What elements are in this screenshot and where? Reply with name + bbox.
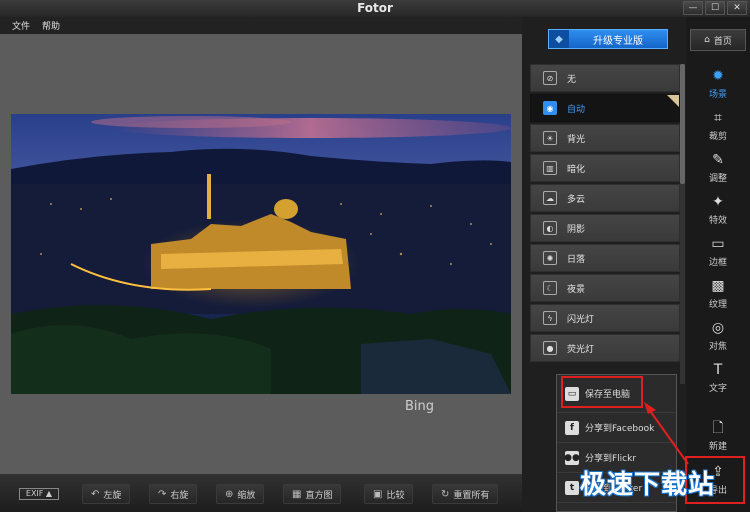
histogram-button[interactable]: ▦ 直方图 [283,484,342,504]
nav-item-text[interactable]: T 文字 [686,361,750,401]
scene-item-darken[interactable]: ▥ 暗化 [530,154,680,182]
menu-help[interactable]: 帮助 [42,19,60,32]
scene-list: ⊘ 无 ◉ 自动 ☀ 背光 ▥ 暗化 ☁ 多云 ◐ 阴影 ✺ 日落 ☾ 夜景 ϟ 闪光灯 ● 荧光灯 [530,64,680,364]
diamond-icon: ◆ [549,30,569,48]
exif-button[interactable]: EXIF ▲ [19,488,59,500]
scene-scrollbar[interactable] [680,64,685,384]
scene-item-none[interactable]: ⊘ 无 [530,64,680,92]
zoom-button[interactable]: ⊕ 缩放 [216,484,265,504]
bing-watermark: Bing [405,399,435,414]
reset-icon: ↻ [441,488,450,500]
bulb-icon: ● [543,341,557,355]
nav-item-frame[interactable]: ▭ 边框 [686,235,750,275]
nav-item-crop[interactable]: ⌗ 裁剪 [686,109,750,149]
camera-icon: ◉ [543,101,557,115]
cloud-icon: ☁ [543,191,557,205]
maximize-button[interactable]: ☐ [705,1,725,15]
rotate-left-icon: ↶ [91,488,100,500]
crop-icon: ⌗ [714,110,722,126]
title-bar: Fotor — ☐ ✕ [0,0,750,17]
site-watermark: 极速下载站 [580,470,716,500]
none-icon: ⊘ [543,71,557,85]
home-icon: ⌂ [704,35,710,45]
pro-corner-badge [667,95,679,107]
highlight-save-box [561,376,643,408]
scene-item-fluorescent[interactable]: ● 荧光灯 [530,334,680,362]
rotate-right-button[interactable]: ↷ 右旋 [149,484,198,504]
nav-column: ⌂ 首页 ✹ 场景 ⌗ 裁剪 ✎ 调整 ✦ 特效 ▭ 边框 ▩ 纹理 ◎ 对焦 T 文字 🗋 新建 … [686,17,750,512]
twitter-icon: t [565,480,579,495]
scene-item-auto[interactable]: ◉ 自动 [530,94,680,122]
scrollbar-thumb[interactable] [680,64,685,184]
facebook-icon: f [565,420,579,435]
bottom-toolbar: EXIF ▲ ↶ 左旋 ↷ 右旋 ⊕ 缩放 ▦ 直方图 ▣ 比较 ↻ 重置所有 [0,474,522,512]
scene-item-night[interactable]: ☾ 夜景 [530,274,680,302]
upgrade-pro-button[interactable]: ◆ 升级专业版 [548,29,668,49]
menu-bar: 文件 帮助 [0,17,522,34]
window-controls: — ☐ ✕ [683,1,747,15]
darken-icon: ▥ [543,161,557,175]
nav-item-scene[interactable]: ✹ 场景 [686,67,750,107]
zoom-icon: ⊕ [225,488,234,500]
nav-item-focus[interactable]: ◎ 对焦 [686,319,750,359]
home-button[interactable]: ⌂ 首页 [690,29,746,51]
window-title: Fotor [357,1,393,15]
rotate-left-button[interactable]: ↶ 左旋 [82,484,131,504]
pencil-icon: ✎ [712,152,724,168]
sparkle-icon: ✦ [712,194,724,210]
new-button[interactable]: 🗋 新建 [686,419,750,459]
photo-preview [11,114,511,394]
shadow-icon: ◐ [543,221,557,235]
reset-all-button[interactable]: ↻ 重置所有 [432,484,499,504]
flash-icon: ϟ [543,311,557,325]
new-file-icon: 🗋 [712,420,724,436]
editor-canvas: Bing [0,34,522,474]
close-button[interactable]: ✕ [727,1,747,15]
backlight-icon: ☀ [543,131,557,145]
compare-button[interactable]: ▣ 比较 [364,484,414,504]
texture-icon: ▩ [711,278,725,294]
scene-item-flash[interactable]: ϟ 闪光灯 [530,304,680,332]
scene-item-shadow[interactable]: ◐ 阴影 [530,214,680,242]
share-facebook-item[interactable]: f 分享到Facebook [557,413,676,443]
night-city-photo [11,114,511,394]
scene-item-backlight[interactable]: ☀ 背光 [530,124,680,152]
text-icon: T [713,362,723,378]
flickr-icon: ●● [564,450,580,465]
nav-item-effects[interactable]: ✦ 特效 [686,193,750,233]
menu-file[interactable]: 文件 [12,19,30,32]
nav-item-texture[interactable]: ▩ 纹理 [686,277,750,317]
sunset-icon: ✺ [543,251,557,265]
focus-icon: ◎ [711,320,725,336]
minimize-button[interactable]: — [683,1,703,15]
histogram-icon: ▦ [292,488,302,500]
frame-icon: ▭ [711,236,725,252]
scene-item-sunset[interactable]: ✺ 日落 [530,244,680,272]
rotate-right-icon: ↷ [158,488,167,500]
scene-item-cloudy[interactable]: ☁ 多云 [530,184,680,212]
nav-item-adjust[interactable]: ✎ 调整 [686,151,750,191]
compare-icon: ▣ [373,488,383,500]
moon-icon: ☾ [543,281,557,295]
scene-icon: ✹ [712,68,724,84]
